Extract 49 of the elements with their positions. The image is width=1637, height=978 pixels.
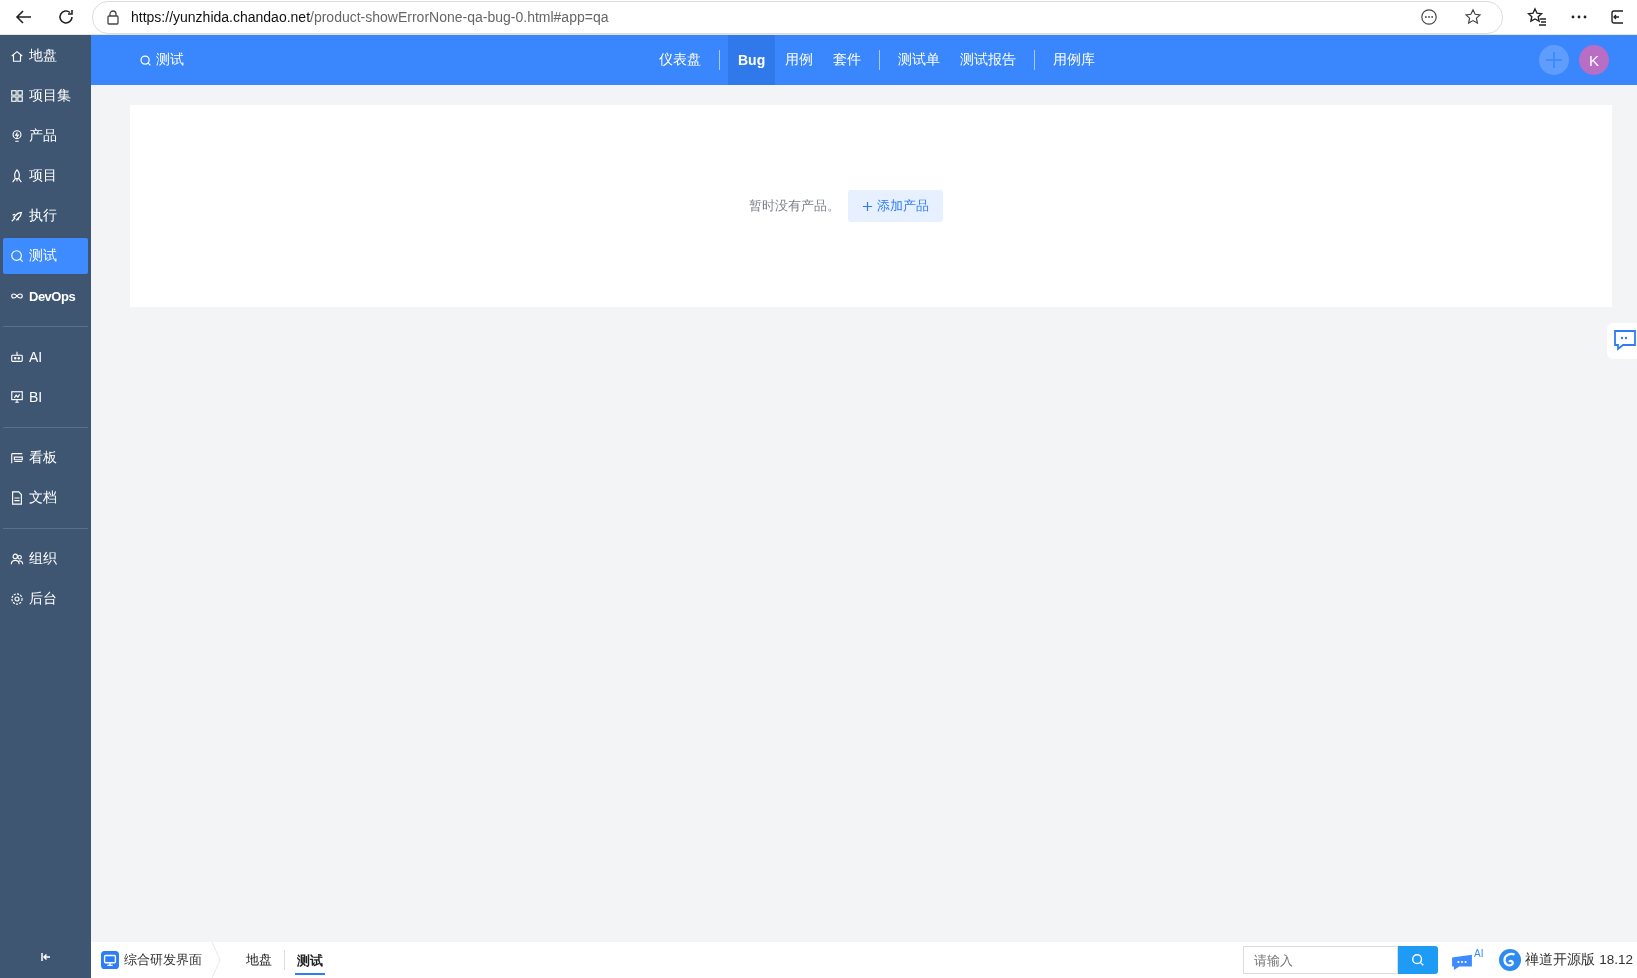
chart-icon: [10, 390, 24, 404]
version-label: 禅道开源版 18.12: [1499, 949, 1637, 971]
run-icon: [10, 209, 24, 223]
home-icon: [10, 49, 24, 63]
chat-bubble-icon: [1450, 953, 1474, 971]
search-icon: [139, 53, 152, 67]
search-icon: [1411, 953, 1425, 967]
sidebar-item[interactable]: 组织: [3, 541, 88, 577]
sidebar-item[interactable]: 文档: [3, 480, 88, 516]
sidebar-item[interactable]: AI: [3, 339, 88, 375]
url-text: https://yunzhida.chandao.net/product-showErrorNone-qa-bug-0.html#app=qa: [131, 9, 609, 25]
breadcrumb-item[interactable]: 地盘: [244, 945, 274, 975]
sidebar-item[interactable]: 产品: [3, 118, 88, 154]
star-icon[interactable]: [1464, 8, 1482, 26]
lock-icon: [105, 9, 121, 25]
more-circle-icon[interactable]: [1420, 8, 1438, 26]
robot-icon: [10, 350, 24, 364]
sidebar-item[interactable]: 执行: [3, 198, 88, 234]
logo-icon: [1499, 949, 1522, 971]
nav-tab[interactable]: Bug: [728, 35, 776, 85]
sidebar-item[interactable]: 项目: [3, 158, 88, 194]
chat-icon[interactable]: [1607, 323, 1637, 359]
sidebar-item[interactable]: DevOps: [3, 278, 88, 314]
plus-icon: [862, 200, 873, 212]
grid-icon: [10, 89, 24, 103]
sidebar-toggle-icon[interactable]: [1611, 7, 1623, 27]
favorites-icon[interactable]: [1527, 7, 1547, 27]
breadcrumb-item[interactable]: 测试: [295, 945, 325, 975]
sidebar-item[interactable]: 项目集: [3, 78, 88, 114]
collapse-icon[interactable]: [39, 951, 52, 963]
sidebar-item[interactable]: BI: [3, 379, 88, 415]
monitor-icon: [101, 951, 119, 969]
bulb-icon: [10, 129, 24, 143]
search-field[interactable]: 请输入: [1243, 946, 1398, 974]
add-product-button[interactable]: 添加产品: [848, 190, 943, 222]
doc-icon: [10, 491, 24, 505]
reload-icon[interactable]: [56, 7, 76, 27]
app-switcher[interactable]: 综合研发界面: [101, 951, 202, 969]
people-icon: [10, 552, 24, 566]
search-icon: [10, 249, 24, 263]
gear-icon: [10, 592, 24, 606]
breadcrumb-chevron-icon: [212, 942, 222, 978]
sidebar-item[interactable]: 看板: [3, 440, 88, 476]
sidebar-item[interactable]: 后台: [3, 581, 88, 617]
empty-message: 暂时没有产品。: [749, 197, 840, 215]
address-bar[interactable]: https://yunzhida.chandao.net/product-showErrorNone-qa-bug-0.html#app=qa: [92, 0, 1503, 34]
sidebar-item[interactable]: 地盘: [3, 38, 88, 74]
rocket-icon: [10, 169, 24, 183]
board-icon: [10, 451, 24, 465]
